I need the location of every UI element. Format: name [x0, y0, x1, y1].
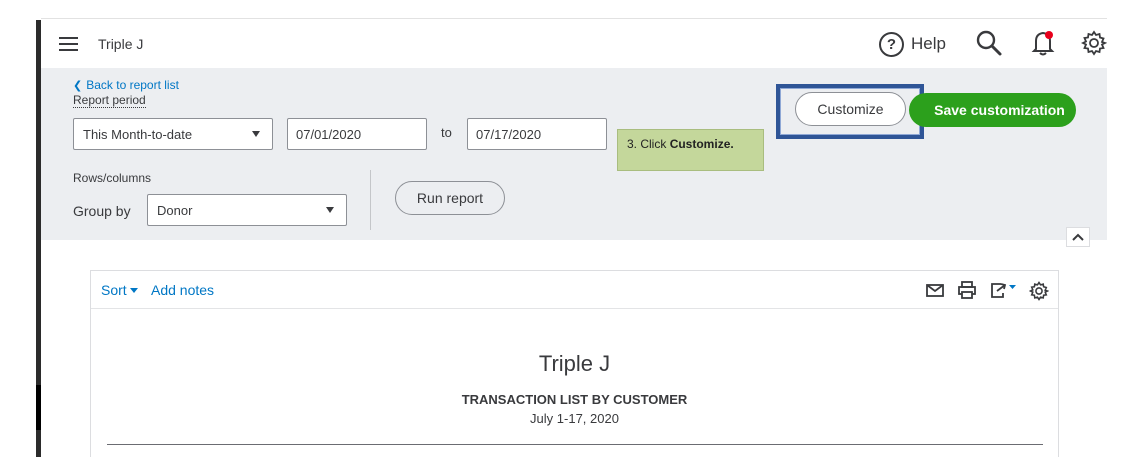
date-to-separator: to	[441, 125, 452, 140]
instruction-emphasis: Customize.	[669, 137, 734, 151]
date-from-input[interactable]	[287, 118, 427, 150]
top-bar: Triple J ? Help	[41, 20, 1108, 68]
rows-columns-label: Rows/columns	[73, 171, 152, 185]
back-link-label: Back to report list	[86, 78, 179, 92]
report-company-name: Triple J	[538, 351, 611, 376]
company-name: Triple J	[98, 36, 144, 52]
instruction-prefix: 3. Click	[627, 137, 670, 151]
report-card: Sort Add notes Triple J TRANSACTION LIST…	[90, 270, 1059, 457]
back-to-report-list-link[interactable]: ❮ Back to report list	[73, 78, 179, 92]
report-date-range: July 1-17, 2020	[530, 411, 619, 426]
sort-label: Sort	[101, 282, 127, 298]
report-header-rule	[107, 444, 1043, 445]
vertical-divider	[370, 170, 371, 230]
left-nav-edge-dark	[36, 385, 41, 430]
collapse-panel-button[interactable]	[1066, 227, 1090, 247]
caret-down-icon	[129, 287, 138, 293]
sort-dropdown[interactable]: Sort	[101, 282, 138, 298]
report-filter-panel: ❮ Back to report list Report period This…	[41, 68, 1107, 240]
add-notes-link[interactable]: Add notes	[151, 282, 214, 298]
report-period-label: Report period	[73, 93, 146, 108]
chevron-up-icon	[1072, 233, 1084, 241]
run-report-button[interactable]: Run report	[395, 181, 505, 215]
gear-icon[interactable]	[1080, 30, 1108, 61]
customize-button[interactable]: Customize	[795, 92, 906, 126]
chevron-left-icon: ❮	[73, 79, 83, 92]
report-title: TRANSACTION LIST BY CUSTOMER	[461, 392, 688, 407]
caret-down-icon	[326, 207, 334, 213]
instruction-callout: 3. Click Customize.	[617, 129, 764, 171]
hamburger-icon[interactable]	[59, 37, 78, 51]
group-by-label: Group by	[73, 203, 131, 219]
bell-icon[interactable]	[1031, 29, 1057, 62]
printer-icon[interactable]	[957, 281, 977, 304]
caret-down-icon	[252, 131, 260, 137]
report-period-select[interactable]: This Month-to-date	[73, 118, 273, 150]
export-icon[interactable]	[989, 281, 1017, 304]
report-toolbar: Sort Add notes	[91, 271, 1058, 309]
group-by-value: Donor	[157, 202, 193, 218]
help-button[interactable]: ? Help	[879, 30, 946, 58]
report-period-value: This Month-to-date	[83, 126, 193, 142]
search-icon[interactable]	[975, 29, 1003, 62]
help-label: Help	[911, 34, 946, 53]
group-by-select[interactable]: Donor	[147, 194, 347, 226]
save-customization-button[interactable]: Save customization	[909, 93, 1076, 127]
mail-icon[interactable]	[925, 281, 945, 304]
help-circle-icon: ?	[879, 31, 904, 57]
date-to-input[interactable]	[467, 118, 607, 150]
top-divider	[41, 18, 1107, 19]
gear-icon[interactable]	[1028, 281, 1050, 306]
